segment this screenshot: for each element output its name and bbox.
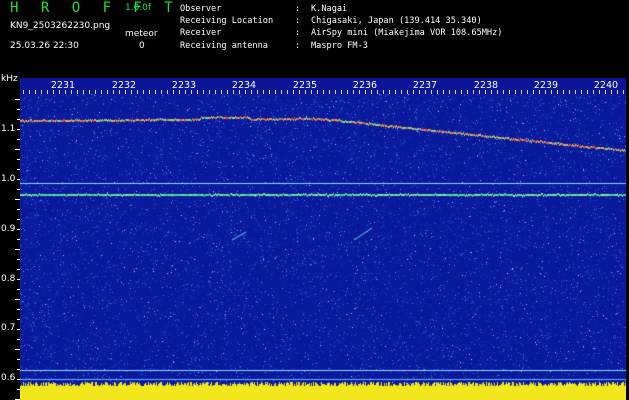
freq-label: 0.7 xyxy=(1,323,16,333)
spectrogram xyxy=(20,94,626,400)
frequency-axis: 1.1 1.0 0.9 0.8 0.7 0.6 xyxy=(0,94,20,400)
freq-label: 0.9 xyxy=(1,224,16,234)
frequency-unit-label: kHz xyxy=(1,74,18,84)
version-label: 1.0.0f xyxy=(125,3,152,13)
info-row-antenna: Receiving antenna: Maspro FM-3 xyxy=(180,40,368,51)
header-panel: H R O F F T 1.0.0f KN9_2503262230.png me… xyxy=(0,0,629,76)
timestamp-label: 25.03.26 22:30 xyxy=(10,41,79,51)
time-axis: 2231 2232 2233 2234 2235 2236 2237 2238 … xyxy=(20,78,626,94)
freq-label: 0.6 xyxy=(1,373,16,383)
app-title: H R O F F T xyxy=(10,0,180,16)
time-label: 2240 xyxy=(593,80,619,91)
time-label: 2232 xyxy=(111,80,137,91)
time-label: 2238 xyxy=(473,80,499,91)
freq-label: 1.0 xyxy=(1,174,16,184)
time-label: 2233 xyxy=(171,80,197,91)
time-label: 2239 xyxy=(533,80,559,91)
freq-label: 1.1 xyxy=(1,124,16,134)
meteor-count: 0 xyxy=(139,41,145,51)
info-row-observer: Observer: K.Nagai xyxy=(180,4,348,14)
meteor-label: meteor xyxy=(125,29,158,39)
info-row-receiver: Receiver: AirSpy mini (Miakejima VOR 108.… xyxy=(180,28,503,39)
station-info: Observer: K.Nagai Receiving Location: Chig… xyxy=(180,3,502,52)
info-row-location: Receiving Location: Chigasaki, Japan (139… xyxy=(180,16,482,27)
freq-label: 0.8 xyxy=(1,274,16,284)
time-label: 2234 xyxy=(231,80,257,91)
spectrogram-canvas xyxy=(20,94,626,400)
filename-label: KN9_2503262230.png xyxy=(10,21,111,31)
